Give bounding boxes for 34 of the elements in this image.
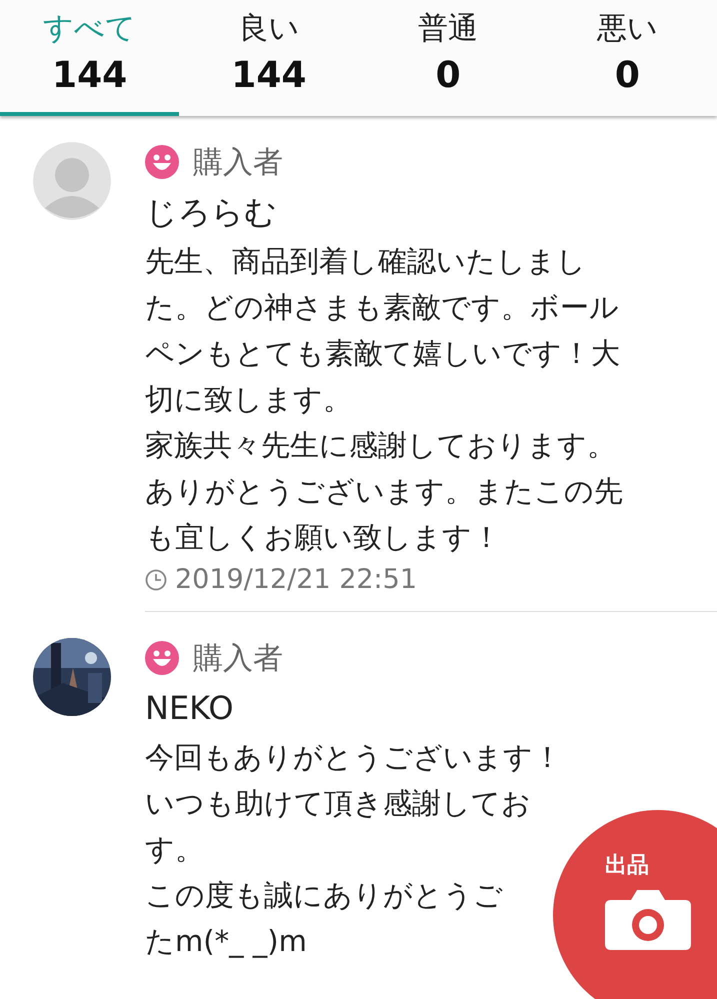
tab[interactable]: 良い 144: [179, 0, 358, 116]
tab[interactable]: すべて 144: [0, 0, 180, 116]
message-line: 家族共々先生に感謝しております。: [145, 427, 616, 464]
smiley-icon: [145, 145, 179, 179]
message-line: いつも助けて頂き感謝してお: [145, 785, 531, 822]
message-line: ありがとうございます。またこの先: [145, 473, 623, 510]
message-line: たm(*_ _)m: [145, 923, 307, 960]
sell-button[interactable]: 出品: [553, 810, 717, 999]
message-line: 先生、商品到着し確認いたしまし: [145, 243, 586, 280]
tab-label: 普通: [418, 12, 478, 46]
camera-icon: [605, 888, 691, 950]
role-label: 購入者: [193, 640, 283, 678]
tab-count: 144: [231, 56, 306, 96]
message-line: 切に致します。: [145, 381, 352, 418]
tab-count: 144: [52, 56, 128, 96]
tab[interactable]: 普通 0: [358, 0, 538, 116]
tab-label: すべて: [43, 12, 136, 46]
reviewer-name: NEKO: [145, 688, 235, 729]
message-line: た。どの神さまも素敵です。ボール: [145, 289, 619, 326]
message-line: 今回もありがとうございます！: [145, 739, 562, 776]
tab-label: 悪い: [596, 12, 658, 46]
clock-icon: [145, 568, 167, 590]
reviewer-name: じろらむ: [145, 192, 278, 233]
message-line: この度も誠にありがとうご: [145, 877, 503, 914]
message-line: も宜しくお願い致します！: [145, 519, 501, 556]
message-line: ペンもとても素敵て嬉しいです！大: [145, 335, 620, 372]
tab-label: 良い: [238, 12, 300, 46]
review-date: 2019/12/21 22:51: [175, 564, 418, 595]
message-line: す。: [145, 831, 204, 868]
tab-count: 0: [436, 56, 461, 96]
role-label: 購入者: [193, 144, 283, 182]
tab-count: 0: [614, 56, 640, 96]
smiley-icon: [145, 641, 179, 675]
tab[interactable]: 悪い 0: [538, 0, 717, 116]
